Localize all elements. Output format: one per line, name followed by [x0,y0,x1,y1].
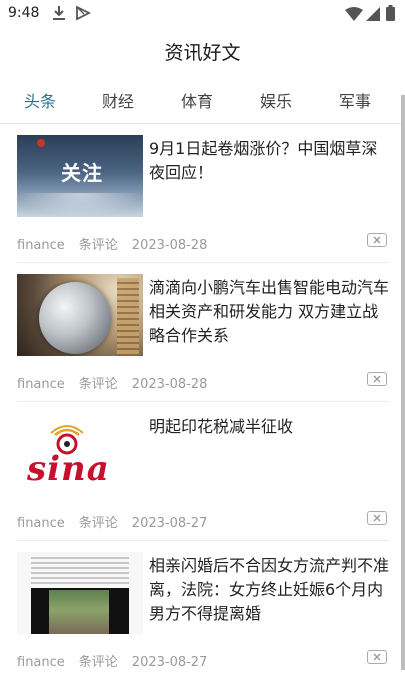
dismiss-button[interactable] [367,372,387,386]
article-thumbnail: 关注 [17,135,143,217]
download-icon [52,5,66,25]
play-protect-icon [75,5,92,25]
article-headline[interactable]: 明起印花税减半征收 [149,415,391,439]
tab-finance[interactable]: 财经 [102,88,134,112]
list-item[interactable]: 关注 9月1日起卷烟涨价？中国烟草深夜回应！ finance 条评论 2023-08… [0,124,405,262]
article-comments: 条评论 [78,238,118,253]
article-headline[interactable]: 相亲闪婚后不合因女方流产判不准离，法院：女方终止妊娠6个月内男方不得提离婚 [149,554,391,626]
signal-icon [366,6,380,25]
article-comments: 条评论 [78,655,118,670]
article-comments: 条评论 [78,516,118,531]
close-icon [373,653,381,661]
article-source: finance [17,516,65,531]
article-date: 2023-08-27 [131,516,208,531]
tab-sports[interactable]: 体育 [181,88,213,112]
wifi-icon [345,6,363,25]
close-icon [373,375,381,383]
article-thumbnail: sina [17,413,143,495]
globe-icon [39,282,111,354]
article-meta: finance 条评论 2023-08-27 [17,651,221,670]
article-meta: finance 条评论 2023-08-28 [17,234,221,253]
battery-icon [386,5,395,25]
article-headline[interactable]: 滴滴向小鹏汽车出售智能电动汽车相关资产和研发能力 双方建立战略合作关系 [149,276,391,348]
article-date: 2023-08-27 [131,655,208,670]
article-thumbnail [17,274,143,356]
article-meta: finance 条评论 2023-08-28 [17,373,221,392]
list-item[interactable]: 滴滴向小鹏汽车出售智能电动汽车相关资产和研发能力 双方建立战略合作关系 fina… [0,263,405,401]
article-headline[interactable]: 9月1日起卷烟涨价？中国烟草深夜回应！ [149,137,391,185]
tab-military[interactable]: 军事 [339,88,371,112]
close-icon [373,514,381,522]
article-comments: 条评论 [78,377,118,392]
thumbnail-caption: sina [27,449,110,489]
page-title: 资讯好文 [164,42,241,64]
tab-entertainment[interactable]: 娱乐 [260,88,292,112]
status-bar: 9:48 [0,0,405,28]
article-thumbnail [17,552,143,634]
article-date: 2023-08-28 [131,377,208,392]
dismiss-button[interactable] [367,511,387,525]
article-source: finance [17,655,65,670]
list-item[interactable]: 相亲闪婚后不合因女方流产判不准离，法院：女方终止妊娠6个月内男方不得提离婚 fi… [0,541,405,679]
tab-headlines[interactable]: 头条 [24,88,56,112]
article-source: finance [17,238,65,253]
close-icon [373,236,381,244]
status-time: 9:48 [8,5,40,21]
article-source: finance [17,377,65,392]
scrollbar[interactable] [401,95,405,670]
category-tabs: 头条 财经 体育 娱乐 军事 [0,76,405,122]
dismiss-button[interactable] [367,650,387,664]
article-date: 2023-08-28 [131,238,208,253]
article-meta: finance 条评论 2023-08-27 [17,512,221,531]
thumbnail-caption: 关注 [61,161,103,185]
dismiss-button[interactable] [367,233,387,247]
list-item[interactable]: sina 明起印花税减半征收 finance 条评论 2023-08-27 [0,402,405,540]
